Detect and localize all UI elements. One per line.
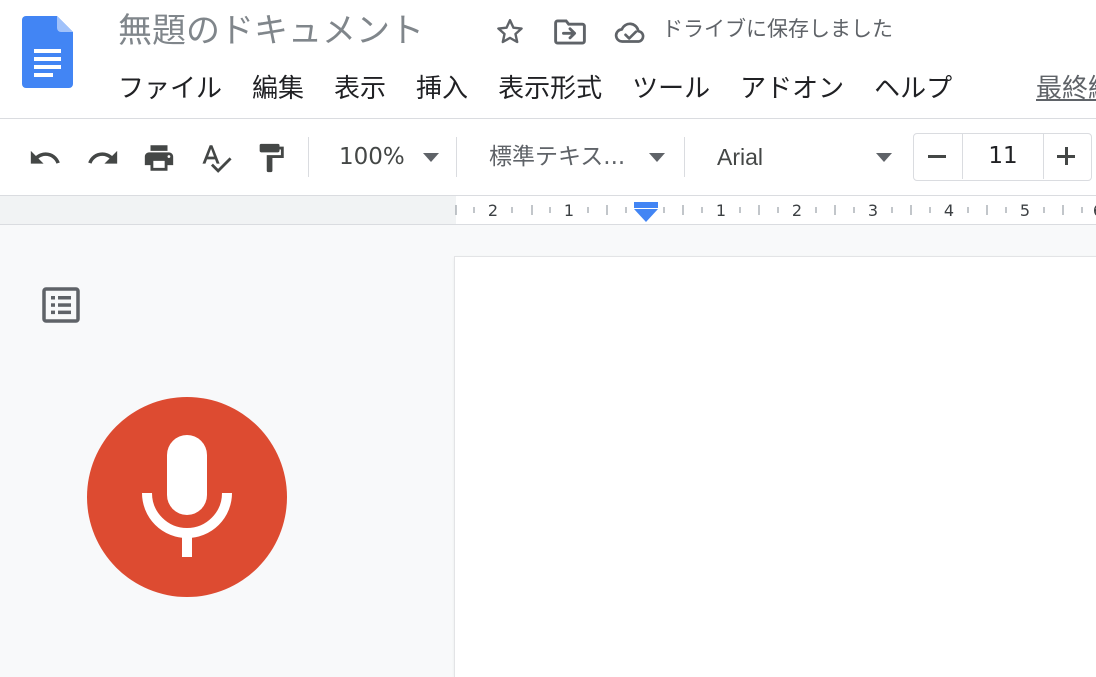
spellcheck-icon[interactable]	[199, 141, 233, 175]
toolbar: 100% 標準テキス... Arial 11	[0, 119, 1096, 196]
undo-icon[interactable]	[28, 141, 62, 175]
zoom-dropdown-arrow-icon[interactable]	[423, 153, 439, 162]
ruler-label: 5	[1020, 201, 1030, 220]
zoom-select[interactable]: 100%	[339, 140, 405, 174]
move-to-folder-icon[interactable]	[553, 16, 587, 48]
font-dropdown-arrow-icon[interactable]	[876, 153, 892, 162]
paint-format-icon[interactable]	[254, 141, 288, 175]
toolbar-divider	[456, 137, 457, 177]
star-icon[interactable]	[494, 16, 526, 48]
toolbar-divider	[684, 137, 685, 177]
increase-font-size-button[interactable]	[1042, 133, 1090, 179]
menu-insert[interactable]: 挿入	[416, 70, 468, 108]
ruler-label: 4	[944, 201, 954, 220]
ruler-label: 1	[564, 201, 574, 220]
document-outline-icon[interactable]	[42, 287, 80, 323]
menu-bar: ファイル 編集 表示 挿入 表示形式 ツール アドオン ヘルプ	[118, 70, 982, 108]
menu-format[interactable]: 表示形式	[498, 70, 602, 108]
ruler-label: 3	[868, 201, 878, 220]
menu-file[interactable]: ファイル	[118, 70, 222, 108]
ruler-label: 1	[716, 201, 726, 220]
google-docs-icon[interactable]	[22, 16, 73, 88]
decrease-font-size-button[interactable]	[913, 133, 961, 179]
cloud-saved-icon[interactable]	[614, 18, 648, 48]
ruler-scale: 2 1 1 2 3 4 5 6	[455, 196, 1096, 224]
first-line-indent-marker[interactable]	[634, 202, 658, 208]
voice-typing-button[interactable]	[87, 397, 287, 597]
title-bar: 無題のドキュメント ドライブに保存しました ファイル 編集 表示 挿入 表示形式…	[0, 0, 1096, 119]
ruler-label: 2	[792, 201, 802, 220]
toolbar-divider	[308, 137, 309, 177]
print-icon[interactable]	[142, 141, 176, 175]
menu-edit[interactable]: 編集	[252, 70, 304, 108]
ruler-label: 2	[488, 201, 498, 220]
microphone-icon	[142, 435, 232, 557]
document-title[interactable]: 無題のドキュメント	[118, 8, 424, 54]
menu-tools[interactable]: ツール	[632, 70, 710, 108]
last-edit-link[interactable]: 最終編	[1036, 70, 1096, 108]
menu-view[interactable]: 表示	[334, 70, 386, 108]
redo-icon[interactable]	[86, 141, 120, 175]
menu-help[interactable]: ヘルプ	[874, 70, 952, 108]
save-status: ドライブに保存しました	[662, 17, 893, 41]
style-dropdown-arrow-icon[interactable]	[649, 153, 665, 162]
font-family-select[interactable]: Arial	[717, 140, 763, 174]
menu-addons[interactable]: アドオン	[740, 70, 844, 108]
document-page[interactable]	[455, 257, 1096, 677]
paragraph-style-select[interactable]: 標準テキス...	[489, 140, 625, 174]
ruler[interactable]: 2 1 1 2 3 4 5 6	[0, 196, 1096, 225]
font-size-input[interactable]: 11	[962, 133, 1044, 179]
